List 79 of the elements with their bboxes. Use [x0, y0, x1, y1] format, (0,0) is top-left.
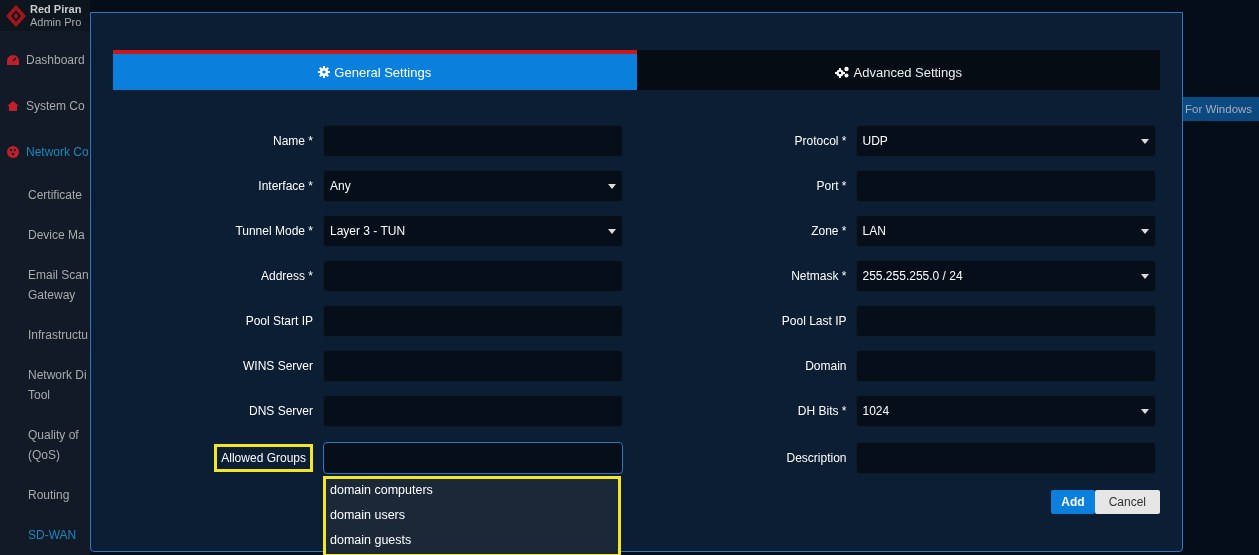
input-field[interactable] [323, 125, 623, 157]
sidebar-item-label: SD-WAN [28, 527, 77, 544]
dropdown-option[interactable]: domain guests [326, 529, 618, 554]
input-field[interactable] [855, 350, 1156, 382]
field-label: Pool Start IP [244, 313, 314, 330]
sidebar-item-label: Infrastructu [28, 327, 89, 344]
input-field[interactable] [323, 395, 623, 427]
caret-icon [1140, 228, 1149, 234]
sidebar-item[interactable]: Routing [0, 475, 90, 515]
input-field[interactable] [323, 350, 623, 382]
dropdown-field[interactable]: Any [323, 170, 623, 202]
sidebar-item[interactable]: System Co [0, 83, 90, 129]
sidebar-item-label: Email Scan [28, 267, 89, 284]
field-label: Allowed Groups [214, 444, 313, 472]
field-label: DNS Server [248, 403, 314, 420]
sidebar-item-label: Tool [28, 387, 51, 404]
profile-name: Admin Pro [30, 15, 82, 29]
sidebar-item[interactable]: Network Di Tool [0, 355, 90, 415]
sidebar-item-label: Network Di [28, 367, 87, 384]
input-field[interactable] [323, 442, 623, 474]
sidebar-item-label: System Co [26, 98, 85, 115]
gear-icon [318, 66, 331, 78]
dashboard-icon [6, 54, 20, 66]
sidebar-item-label: Device Ma [28, 227, 85, 244]
gears-icon [834, 66, 850, 78]
field-label: Pool Last IP [780, 313, 848, 330]
field-label: Netmask * [790, 268, 848, 285]
field-label: Interface * [257, 178, 314, 195]
sidebar-item-label: Quality of [28, 427, 79, 444]
caret-icon [1140, 273, 1149, 279]
field-label: Name * [272, 133, 314, 150]
cancel-button[interactable]: Cancel [1094, 490, 1160, 514]
caret-icon [1140, 138, 1149, 144]
dropdown-field[interactable]: UDP [855, 125, 1156, 157]
sidebar-item[interactable]: Dashboard [0, 37, 90, 83]
caret-icon [608, 228, 616, 234]
sidebar-item[interactable]: Infrastructu [0, 315, 90, 355]
sidebar-item[interactable]: SD-WAN [0, 515, 90, 555]
field-label: Description [785, 450, 848, 467]
input-field[interactable] [323, 305, 623, 337]
field-label: WINS Server [242, 358, 314, 375]
dropdown-option[interactable]: domain computers [326, 479, 618, 504]
download-button[interactable]: For Windows [1183, 97, 1259, 121]
sidebar-item-label: Dashboard [26, 52, 85, 69]
caret-icon [1140, 408, 1149, 414]
sidebar-item-label: Network Co [26, 144, 89, 161]
input-field[interactable] [855, 305, 1156, 337]
field-label: Protocol * [793, 133, 848, 150]
logo-icon [6, 4, 26, 27]
caret-icon [608, 183, 616, 189]
field-label: Tunnel Mode * [234, 223, 314, 240]
sidebar-item-label: Gateway [28, 287, 77, 304]
dropdown-field[interactable]: 1024 [855, 395, 1156, 427]
field-label: DH Bits * [796, 403, 848, 420]
input-field[interactable] [855, 442, 1156, 474]
dropdown-field[interactable]: Layer 3 - TUN [323, 215, 623, 247]
dropdown-option[interactable]: domain users [326, 504, 618, 529]
field-label: Address * [259, 268, 314, 285]
input-field[interactable] [323, 260, 623, 292]
sidebar-item[interactable]: Quality of (QoS) [0, 415, 90, 475]
brand-name: Red Piran [30, 2, 82, 16]
tab[interactable]: Advanced Settings [636, 50, 1160, 90]
dropdown-field[interactable]: LAN [855, 215, 1156, 247]
sidebar-item[interactable]: Device Ma [0, 215, 90, 255]
dropdown-field[interactable]: 255.255.255.0 / 24 [855, 260, 1156, 292]
field-label: Domain [804, 358, 848, 375]
field-label: Port * [815, 178, 848, 195]
sidebar-item-label: Certificate [28, 187, 83, 204]
input-field[interactable] [855, 170, 1156, 202]
sidebar-item-label: (QoS) [28, 447, 61, 464]
sidebar-item[interactable]: Email Scan Gateway [0, 255, 90, 315]
sidebar-item[interactable]: Network Co [0, 129, 90, 175]
sidebar-item[interactable]: Certificate [0, 175, 90, 215]
field-label: Zone * [810, 223, 848, 240]
add-button[interactable]: Add [1051, 490, 1095, 514]
network-icon [6, 145, 20, 159]
home-icon [6, 100, 20, 112]
tab[interactable]: General Settings [113, 50, 637, 90]
sidebar-item-label: Routing [28, 487, 70, 504]
